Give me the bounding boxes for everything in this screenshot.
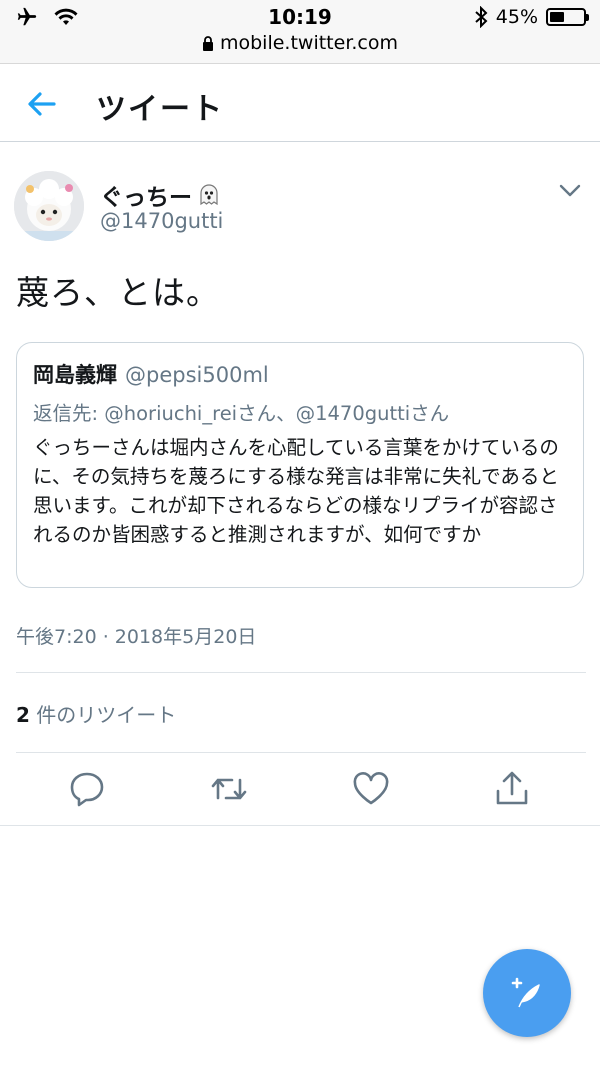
chevron-down-icon[interactable] bbox=[556, 178, 584, 202]
reply-icon[interactable] bbox=[67, 769, 107, 809]
author-name-text: ぐっちー bbox=[100, 185, 192, 211]
divider bbox=[16, 752, 586, 753]
battery-fill bbox=[550, 12, 565, 22]
battery-percent: 45% bbox=[495, 6, 538, 28]
retweet-count-number: 2 bbox=[16, 703, 30, 727]
tweet-timestamp: 午後7:20 · 2018年5月20日 bbox=[16, 626, 257, 648]
author-name[interactable]: ぐっちー bbox=[100, 178, 220, 212]
compose-tweet-button[interactable] bbox=[483, 949, 571, 1037]
status-bar: 10:19 45% mobile.twitter.com bbox=[0, 0, 600, 64]
avatar[interactable] bbox=[14, 171, 84, 241]
retweet-icon[interactable] bbox=[209, 769, 249, 809]
divider bbox=[16, 672, 586, 673]
retweet-count-label: 件のリツイート bbox=[29, 703, 177, 727]
retweet-count[interactable]: 2 件のリツイート bbox=[16, 699, 176, 728]
back-arrow-icon[interactable] bbox=[24, 86, 60, 122]
divider bbox=[0, 825, 600, 826]
url-text: mobile.twitter.com bbox=[219, 32, 399, 54]
quoted-author-handle: @pepsi500ml bbox=[125, 363, 269, 387]
page-title: ツイート bbox=[96, 92, 224, 127]
share-icon[interactable] bbox=[492, 769, 532, 809]
compose-feather-icon bbox=[511, 977, 540, 1008]
quoted-text: ぐっちーさんは堀内さんを心配している言葉をかけているのに、その気持ちを蔑ろにする… bbox=[33, 436, 559, 546]
tweet-text: 蔑ろ、とは。 bbox=[16, 273, 220, 312]
status-right: 45% bbox=[474, 6, 589, 28]
bluetooth-icon bbox=[475, 6, 488, 28]
page-header: ツイート bbox=[0, 64, 600, 142]
quoted-author-name: 岡島義輝 bbox=[33, 363, 117, 387]
tweet-actions bbox=[0, 765, 600, 817]
battery-icon bbox=[546, 8, 589, 26]
url-bar[interactable]: mobile.twitter.com bbox=[0, 32, 600, 54]
quoted-tweet[interactable]: 岡島義輝 @pepsi500ml 返信先: @horiuchi_reiさん、@1… bbox=[16, 342, 584, 588]
like-heart-icon[interactable] bbox=[351, 769, 391, 809]
author-handle[interactable]: @1470gutti bbox=[100, 209, 223, 233]
lock-icon bbox=[202, 35, 213, 51]
sheep-avatar-image bbox=[14, 171, 84, 241]
ghost-emoji-icon bbox=[200, 184, 218, 206]
quoted-reply-to: 返信先: @horiuchi_reiさん、@1470guttiさん bbox=[33, 402, 450, 425]
quoted-author: 岡島義輝 @pepsi500ml bbox=[33, 359, 567, 389]
